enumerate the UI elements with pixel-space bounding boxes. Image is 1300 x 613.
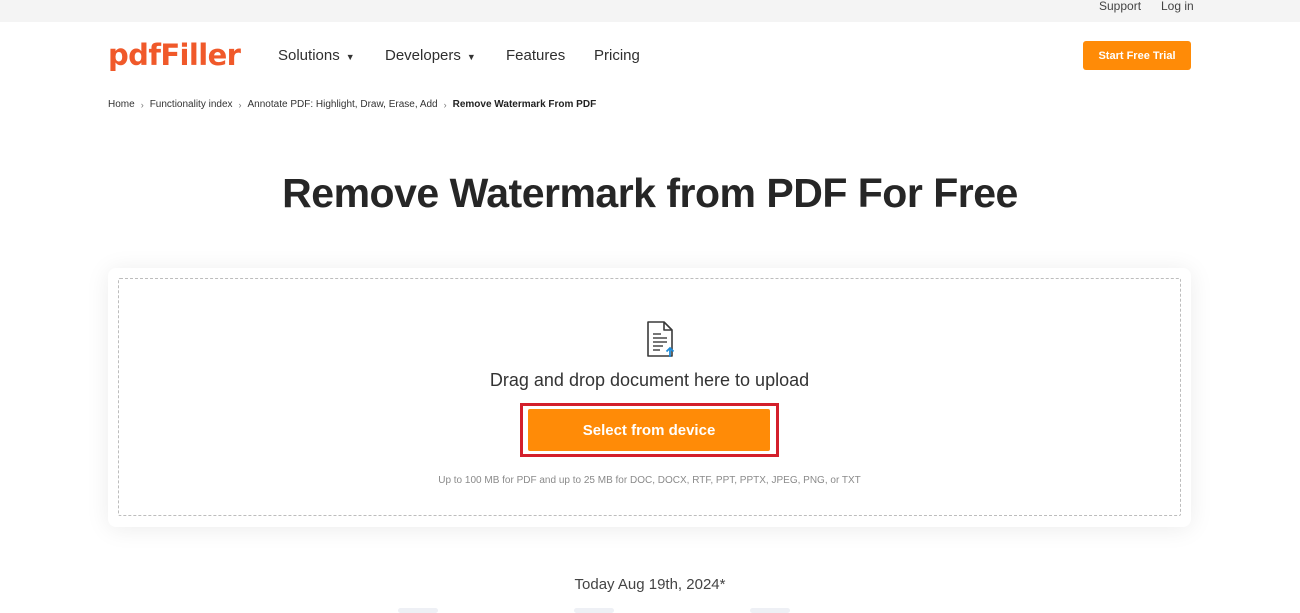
pdffiller-logo[interactable]: pdfFiller (108, 38, 241, 72)
login-link[interactable]: Log in (1161, 0, 1194, 13)
nav-features-label: Features (506, 47, 566, 64)
upload-dropzone[interactable]: Drag and drop document here to upload Se… (118, 278, 1181, 516)
support-link[interactable]: Support (1099, 0, 1141, 13)
nav-solutions-label: Solutions (278, 47, 340, 64)
start-free-trial-button[interactable]: Start Free Trial (1083, 41, 1191, 70)
breadcrumb-separator: › (443, 99, 447, 110)
chevron-down-icon: ▼ (466, 51, 476, 62)
date-text: Today Aug 19th, 2024* (574, 576, 726, 593)
breadcrumb-separator: › (140, 99, 144, 110)
partial-element (574, 608, 614, 613)
breadcrumb-current: Remove Watermark From PDF (452, 99, 597, 110)
page-title: Remove Watermark from PDF For Free (282, 170, 1018, 216)
breadcrumb-home[interactable]: Home (108, 99, 135, 110)
upload-card: Drag and drop document here to upload Se… (108, 268, 1191, 527)
site-header: pdfFiller Solutions ▼ Developers ▼ Featu… (0, 22, 1300, 90)
partial-element (398, 608, 438, 613)
nav-solutions[interactable]: Solutions ▼ (278, 47, 355, 64)
drag-drop-prompt: Drag and drop document here to upload (489, 370, 810, 390)
breadcrumb: Home › Functionality index › Annotate PD… (108, 99, 596, 110)
nav-pricing-label: Pricing (594, 47, 640, 64)
breadcrumb-annotate-pdf[interactable]: Annotate PDF: Highlight, Draw, Erase, Ad… (248, 99, 438, 110)
breadcrumb-separator: › (238, 99, 242, 110)
upload-limits-text: Up to 100 MB for PDF and up to 25 MB for… (438, 475, 861, 486)
nav-developers[interactable]: Developers ▼ (385, 47, 476, 64)
nav-pricing[interactable]: Pricing (594, 47, 640, 64)
document-upload-icon (647, 321, 675, 357)
breadcrumb-functionality-index[interactable]: Functionality index (150, 99, 233, 110)
nav-features[interactable]: Features (506, 47, 565, 64)
select-from-device-button[interactable]: Select from device (528, 409, 770, 451)
partial-element (750, 608, 790, 613)
nav-developers-label: Developers (385, 47, 461, 64)
utility-bar: Support Log in (0, 0, 1300, 22)
chevron-down-icon: ▼ (345, 51, 355, 62)
